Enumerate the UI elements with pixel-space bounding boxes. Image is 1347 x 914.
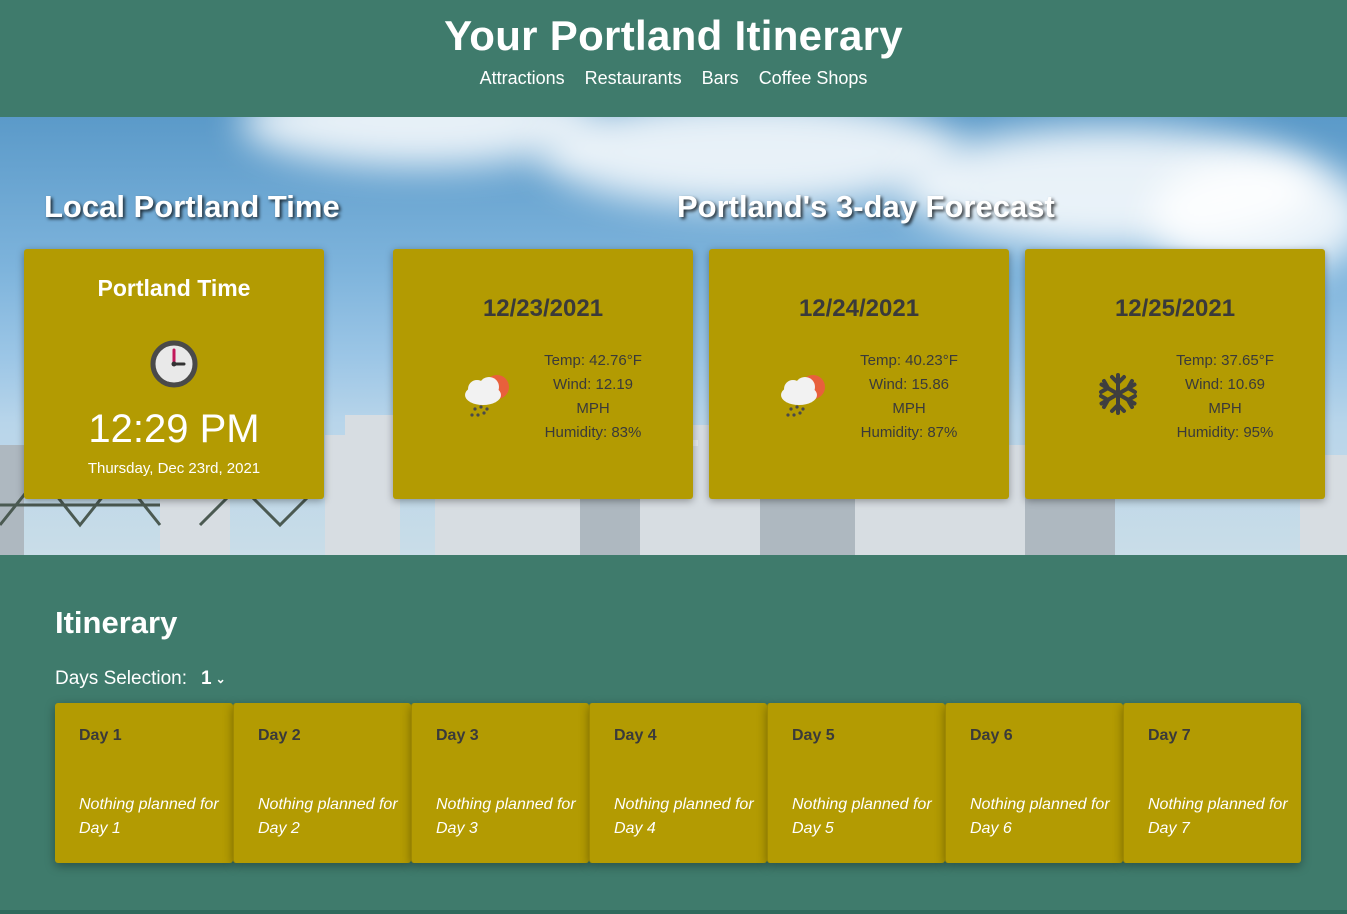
forecast-details: Temp: 42.76°F Wind: 12.19 MPH Humidity: … bbox=[533, 349, 653, 445]
day-card[interactable]: Day 6 Nothing planned for Day 6 bbox=[945, 703, 1123, 863]
forecast-humidity: Humidity: 95% bbox=[1176, 424, 1274, 441]
forecast-wind-unit: MPH bbox=[892, 400, 926, 417]
local-time-heading: Local Portland Time bbox=[44, 189, 340, 224]
footer-divider bbox=[0, 910, 1347, 914]
time-card-title: Portland Time bbox=[97, 275, 251, 301]
forecast-card: 12/25/2021 Temp: 37.65°F Wind: 10.69 MPH… bbox=[1025, 249, 1325, 499]
snowflake-icon bbox=[1099, 373, 1137, 415]
days-select[interactable]: 1 ⌄ bbox=[201, 668, 226, 690]
day-note: Nothing planned for Day 3 bbox=[436, 796, 576, 837]
day-card[interactable]: Day 2 Nothing planned for Day 2 bbox=[233, 703, 411, 863]
main-nav: Attractions Restaurants Bars Coffee Shop… bbox=[0, 68, 1347, 89]
forecast-humidity: Humidity: 83% bbox=[544, 424, 642, 441]
site-header: Your Portland Itinerary Attractions Rest… bbox=[0, 0, 1347, 117]
forecast-details: Temp: 37.65°F Wind: 10.69 MPH Humidity: … bbox=[1165, 349, 1285, 445]
day-card[interactable]: Day 7 Nothing planned for Day 7 bbox=[1123, 703, 1301, 863]
day-title: Day 2 bbox=[258, 727, 301, 744]
day-note: Nothing planned for Day 5 bbox=[792, 796, 932, 837]
forecast-heading: Portland's 3-day Forecast bbox=[677, 189, 1055, 224]
day-card[interactable]: Day 3 Nothing planned for Day 3 bbox=[411, 703, 589, 863]
forecast-card: 12/24/2021 Temp: 40.23°F Wind: 15.86 MPH… bbox=[709, 249, 1009, 499]
site-title: Your Portland Itinerary bbox=[444, 12, 903, 59]
forecast-wind-unit: MPH bbox=[1208, 400, 1242, 417]
forecast-date: 12/23/2021 bbox=[482, 295, 604, 322]
day-title: Day 6 bbox=[970, 727, 1013, 744]
forecast-wind-unit: MPH bbox=[576, 400, 610, 417]
forecast-wind: Wind: 15.86 bbox=[868, 376, 950, 393]
forecast-wind: Wind: 10.69 bbox=[1184, 376, 1266, 393]
days-selection-row: Days Selection: 1 ⌄ bbox=[55, 668, 226, 690]
chevron-down-icon: ⌄ bbox=[215, 672, 226, 686]
day-title: Day 3 bbox=[436, 727, 479, 744]
forecast-temp: Temp: 37.65°F bbox=[1176, 352, 1274, 369]
forecast-date: 12/25/2021 bbox=[1114, 295, 1236, 322]
day-note: Nothing planned for Day 2 bbox=[258, 796, 398, 837]
day-note: Nothing planned for Day 6 bbox=[970, 796, 1110, 837]
days-selection-label: Days Selection: bbox=[55, 668, 188, 689]
forecast-card: 12/23/2021 Temp: 42.76°F Wind: 12.19 MPH… bbox=[393, 249, 693, 499]
hero-banner: Local Portland Time Portland's 3-day For… bbox=[0, 117, 1347, 555]
day-note: Nothing planned for Day 1 bbox=[79, 796, 219, 837]
day-card[interactable]: Day 5 Nothing planned for Day 5 bbox=[767, 703, 945, 863]
current-date: Thursday, Dec 23rd, 2021 bbox=[87, 460, 261, 477]
nav-attractions[interactable]: Attractions bbox=[480, 68, 565, 89]
itinerary-days: Day 1 Nothing planned for Day 1 Day 2 No… bbox=[55, 703, 1303, 863]
day-title: Day 1 bbox=[79, 727, 122, 744]
rain-cloud-sun-icon bbox=[781, 375, 825, 417]
day-note: Nothing planned for Day 4 bbox=[614, 796, 754, 837]
day-card[interactable]: Day 4 Nothing planned for Day 4 bbox=[589, 703, 767, 863]
day-note: Nothing planned for Day 7 bbox=[1148, 796, 1288, 837]
day-title: Day 7 bbox=[1148, 727, 1191, 744]
days-selected-value: 1 bbox=[201, 668, 212, 689]
day-title: Day 5 bbox=[792, 727, 835, 744]
day-title: Day 4 bbox=[614, 727, 657, 744]
current-time: 12:29 PM bbox=[88, 407, 260, 451]
itinerary-title: Itinerary bbox=[55, 605, 178, 640]
forecast-temp: Temp: 42.76°F bbox=[544, 352, 642, 369]
clock-icon bbox=[150, 340, 198, 388]
forecast-details: Temp: 40.23°F Wind: 15.86 MPH Humidity: … bbox=[849, 349, 969, 445]
nav-restaurants[interactable]: Restaurants bbox=[585, 68, 682, 89]
forecast-wind: Wind: 12.19 bbox=[552, 376, 634, 393]
forecast-date: 12/24/2021 bbox=[798, 295, 920, 322]
forecast-humidity: Humidity: 87% bbox=[860, 424, 958, 441]
nav-coffee-shops[interactable]: Coffee Shops bbox=[759, 68, 868, 89]
nav-bars[interactable]: Bars bbox=[702, 68, 739, 89]
forecast-temp: Temp: 40.23°F bbox=[860, 352, 958, 369]
portland-time-card: Portland Time 12:29 PM Thursday, Dec 23r… bbox=[24, 249, 324, 499]
rain-cloud-sun-icon bbox=[465, 375, 509, 417]
day-card[interactable]: Day 1 Nothing planned for Day 1 bbox=[55, 703, 233, 863]
